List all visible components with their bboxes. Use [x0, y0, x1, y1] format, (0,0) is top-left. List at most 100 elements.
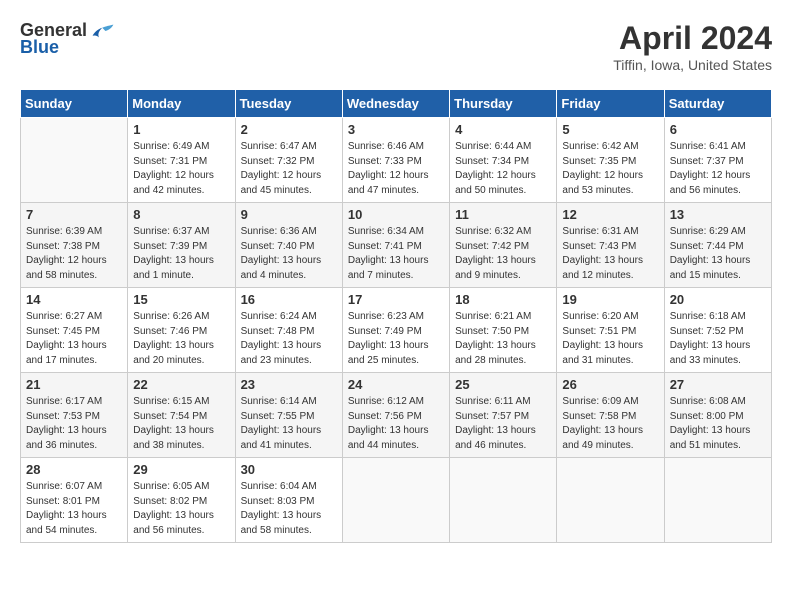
day-info: Sunrise: 6:47 AMSunset: 7:32 PMDaylight:…: [241, 140, 337, 198]
calendar-cell: 25 Sunrise: 6:11 AMSunset: 7:57 PMDayligh…: [450, 373, 557, 458]
day-info: Sunrise: 6:41 AMSunset: 7:37 PMDaylight:…: [670, 140, 766, 198]
calendar-cell: 1 Sunrise: 6:49 AMSunset: 7:31 PMDaylight…: [128, 118, 235, 203]
day-info: Sunrise: 6:12 AMSunset: 7:56 PMDaylight:…: [348, 395, 444, 453]
day-number: 19: [562, 292, 658, 307]
day-number: 17: [348, 292, 444, 307]
subtitle: Tiffin, Iowa, United States: [613, 57, 772, 73]
day-info: Sunrise: 6:05 AMSunset: 8:02 PMDaylight:…: [133, 480, 229, 538]
day-number: 2: [241, 122, 337, 137]
day-number: 12: [562, 207, 658, 222]
calendar-cell: 3 Sunrise: 6:46 AMSunset: 7:33 PMDaylight…: [342, 118, 449, 203]
calendar-cell: 14 Sunrise: 6:27 AMSunset: 7:45 PMDayligh…: [21, 288, 128, 373]
calendar-cell: 2 Sunrise: 6:47 AMSunset: 7:32 PMDaylight…: [235, 118, 342, 203]
calendar-header-wednesday: Wednesday: [342, 90, 449, 118]
day-info: Sunrise: 6:36 AMSunset: 7:40 PMDaylight:…: [241, 225, 337, 283]
day-number: 1: [133, 122, 229, 137]
calendar-cell: [342, 458, 449, 543]
day-number: 29: [133, 462, 229, 477]
calendar-cell: 29 Sunrise: 6:05 AMSunset: 8:02 PMDayligh…: [128, 458, 235, 543]
day-number: 25: [455, 377, 551, 392]
day-number: 7: [26, 207, 122, 222]
calendar-cell: 6 Sunrise: 6:41 AMSunset: 7:37 PMDaylight…: [664, 118, 771, 203]
calendar-cell: 17 Sunrise: 6:23 AMSunset: 7:49 PMDayligh…: [342, 288, 449, 373]
calendar-week-row: 7 Sunrise: 6:39 AMSunset: 7:38 PMDaylight…: [21, 203, 772, 288]
calendar-cell: 9 Sunrise: 6:36 AMSunset: 7:40 PMDaylight…: [235, 203, 342, 288]
day-info: Sunrise: 6:31 AMSunset: 7:43 PMDaylight:…: [562, 225, 658, 283]
calendar-cell: [557, 458, 664, 543]
calendar-cell: [21, 118, 128, 203]
day-number: 14: [26, 292, 122, 307]
calendar-cell: [450, 458, 557, 543]
title-section: April 2024 Tiffin, Iowa, United States: [613, 20, 772, 73]
day-info: Sunrise: 6:21 AMSunset: 7:50 PMDaylight:…: [455, 310, 551, 368]
day-number: 3: [348, 122, 444, 137]
day-info: Sunrise: 6:27 AMSunset: 7:45 PMDaylight:…: [26, 310, 122, 368]
day-info: Sunrise: 6:08 AMSunset: 8:00 PMDaylight:…: [670, 395, 766, 453]
calendar-cell: 10 Sunrise: 6:34 AMSunset: 7:41 PMDayligh…: [342, 203, 449, 288]
day-info: Sunrise: 6:23 AMSunset: 7:49 PMDaylight:…: [348, 310, 444, 368]
day-number: 13: [670, 207, 766, 222]
calendar-cell: 21Sunrise: 6:17 AMSunset: 7:53 PMDayligh…: [21, 373, 128, 458]
day-number: 16: [241, 292, 337, 307]
calendar-header-sunday: Sunday: [21, 90, 128, 118]
day-number: 6: [670, 122, 766, 137]
day-info: Sunrise: 6:34 AMSunset: 7:41 PMDaylight:…: [348, 225, 444, 283]
day-info: Sunrise: 6:09 AMSunset: 7:58 PMDaylight:…: [562, 395, 658, 453]
calendar-week-row: 1 Sunrise: 6:49 AMSunset: 7:31 PMDaylight…: [21, 118, 772, 203]
day-info: Sunrise: 6:14 AMSunset: 7:55 PMDaylight:…: [241, 395, 337, 453]
calendar-cell: 7 Sunrise: 6:39 AMSunset: 7:38 PMDaylight…: [21, 203, 128, 288]
day-info: Sunrise: 6:04 AMSunset: 8:03 PMDaylight:…: [241, 480, 337, 538]
day-info: Sunrise: 6:20 AMSunset: 7:51 PMDaylight:…: [562, 310, 658, 368]
day-info: Sunrise: 6:39 AMSunset: 7:38 PMDaylight:…: [26, 225, 122, 283]
day-number: 22: [133, 377, 229, 392]
day-info: Sunrise: 6:46 AMSunset: 7:33 PMDaylight:…: [348, 140, 444, 198]
day-number: 8: [133, 207, 229, 222]
day-info: Sunrise: 6:24 AMSunset: 7:48 PMDaylight:…: [241, 310, 337, 368]
day-number: 30: [241, 462, 337, 477]
day-info: Sunrise: 6:07 AMSunset: 8:01 PMDaylight:…: [26, 480, 122, 538]
day-number: 18: [455, 292, 551, 307]
day-info: Sunrise: 6:18 AMSunset: 7:52 PMDaylight:…: [670, 310, 766, 368]
calendar-header-friday: Friday: [557, 90, 664, 118]
logo: General Blue: [20, 20, 115, 58]
day-info: Sunrise: 6:44 AMSunset: 7:34 PMDaylight:…: [455, 140, 551, 198]
day-number: 23: [241, 377, 337, 392]
day-number: 9: [241, 207, 337, 222]
calendar-cell: 20 Sunrise: 6:18 AMSunset: 7:52 PMDayligh…: [664, 288, 771, 373]
calendar-cell: 8 Sunrise: 6:37 AMSunset: 7:39 PMDaylight…: [128, 203, 235, 288]
day-info: Sunrise: 6:37 AMSunset: 7:39 PMDaylight:…: [133, 225, 229, 283]
day-info: Sunrise: 6:26 AMSunset: 7:46 PMDaylight:…: [133, 310, 229, 368]
day-number: 24: [348, 377, 444, 392]
day-info: Sunrise: 6:15 AMSunset: 7:54 PMDaylight:…: [133, 395, 229, 453]
calendar-week-row: 14 Sunrise: 6:27 AMSunset: 7:45 PMDayligh…: [21, 288, 772, 373]
day-info: Sunrise: 6:42 AMSunset: 7:35 PMDaylight:…: [562, 140, 658, 198]
calendar-cell: 13Sunrise: 6:29 AMSunset: 7:44 PMDayligh…: [664, 203, 771, 288]
day-number: 11: [455, 207, 551, 222]
day-number: 27: [670, 377, 766, 392]
day-number: 4: [455, 122, 551, 137]
day-number: 10: [348, 207, 444, 222]
calendar-header-saturday: Saturday: [664, 90, 771, 118]
day-info: Sunrise: 6:49 AMSunset: 7:31 PMDaylight:…: [133, 140, 229, 198]
calendar-table: SundayMondayTuesdayWednesdayThursdayFrid…: [20, 89, 772, 543]
day-number: 20: [670, 292, 766, 307]
calendar-header-monday: Monday: [128, 90, 235, 118]
calendar-header-tuesday: Tuesday: [235, 90, 342, 118]
page-header: General Blue April 2024 Tiffin, Iowa, Un…: [20, 20, 772, 73]
day-number: 15: [133, 292, 229, 307]
calendar-header-row: SundayMondayTuesdayWednesdayThursdayFrid…: [21, 90, 772, 118]
day-number: 28: [26, 462, 122, 477]
calendar-cell: 28 Sunrise: 6:07 AMSunset: 8:01 PMDayligh…: [21, 458, 128, 543]
calendar-cell: 24 Sunrise: 6:12 AMSunset: 7:56 PMDayligh…: [342, 373, 449, 458]
calendar-cell: 5Sunrise: 6:42 AMSunset: 7:35 PMDaylight…: [557, 118, 664, 203]
day-info: Sunrise: 6:11 AMSunset: 7:57 PMDaylight:…: [455, 395, 551, 453]
calendar-cell: 4 Sunrise: 6:44 AMSunset: 7:34 PMDaylight…: [450, 118, 557, 203]
day-number: 26: [562, 377, 658, 392]
calendar-cell: 15 Sunrise: 6:26 AMSunset: 7:46 PMDayligh…: [128, 288, 235, 373]
calendar-cell: 12 Sunrise: 6:31 AMSunset: 7:43 PMDayligh…: [557, 203, 664, 288]
day-info: Sunrise: 6:32 AMSunset: 7:42 PMDaylight:…: [455, 225, 551, 283]
calendar-cell: 30 Sunrise: 6:04 AMSunset: 8:03 PMDayligh…: [235, 458, 342, 543]
calendar-cell: 16 Sunrise: 6:24 AMSunset: 7:48 PMDayligh…: [235, 288, 342, 373]
calendar-cell: 26 Sunrise: 6:09 AMSunset: 7:58 PMDayligh…: [557, 373, 664, 458]
calendar-header-thursday: Thursday: [450, 90, 557, 118]
